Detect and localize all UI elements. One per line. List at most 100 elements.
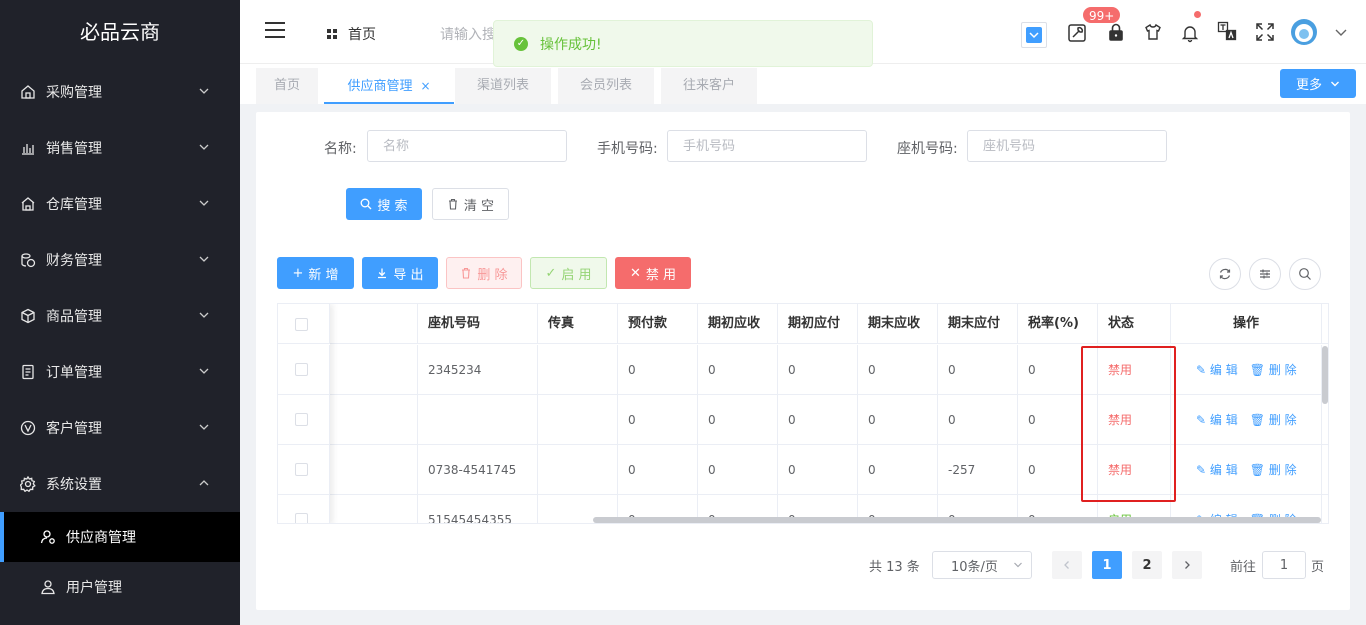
table-cell-tax: 0 — [1018, 445, 1098, 495]
user-icon — [40, 579, 56, 595]
menu-toggle-icon[interactable] — [265, 22, 285, 38]
disable-button-label: 禁 用 — [645, 267, 677, 283]
page-size-value: 10条/页 — [951, 559, 998, 575]
add-button-label: 新 增 — [308, 267, 339, 283]
sidebar-item-customers[interactable]: 客户管理 — [0, 400, 240, 456]
edit-button[interactable]: ✎ 编 辑 — [1196, 363, 1238, 377]
avatar[interactable] — [1290, 18, 1318, 46]
sidebar-subitem-users[interactable]: 用户管理 — [0, 562, 240, 612]
sidebar-subitem-label: 用户管理 — [66, 580, 122, 596]
table-search-button[interactable] — [1289, 258, 1321, 290]
delete-label: 删 除 — [1268, 413, 1297, 427]
document-icon — [20, 364, 36, 380]
sidebar-item-sales[interactable]: 销售管理 — [0, 120, 240, 176]
tab-home[interactable]: 首页 — [256, 68, 318, 104]
sidebar-item-warehouse[interactable]: 仓库管理 — [0, 176, 240, 232]
table-cell-init-pay: 0 — [778, 395, 858, 445]
tshirt-icon[interactable] — [1143, 22, 1163, 42]
landline-input[interactable] — [967, 130, 1167, 162]
row-delete-button[interactable]: 🗑 删 除 — [1250, 413, 1297, 427]
table-cell-landline — [418, 395, 538, 445]
edit-icon: ✎ — [1196, 463, 1207, 477]
delete-button[interactable]: 删 除 — [446, 257, 522, 289]
name-input[interactable] — [367, 130, 567, 162]
tab-contacts[interactable]: 往来客户 — [661, 68, 757, 104]
sidebar-item-products[interactable]: 商品管理 — [0, 288, 240, 344]
chevron-up-icon — [199, 480, 209, 486]
sidebar-item-finance[interactable]: 财务管理 — [0, 232, 240, 288]
table-row[interactable]: 2345234 0 0 0 0 0 0 禁用 ✎ 编 辑 🗑 删 除 — [278, 345, 1328, 395]
next-page-button[interactable] — [1172, 551, 1202, 579]
horizontal-scrollbar[interactable] — [593, 517, 1321, 523]
mobile-input[interactable] — [667, 130, 867, 162]
row-checkbox[interactable] — [295, 513, 308, 523]
table-cell-end-recv: 0 — [858, 445, 938, 495]
translate-icon[interactable] — [1217, 21, 1237, 41]
sidebar-item-purchase[interactable]: 采购管理 — [0, 64, 240, 120]
breadcrumb[interactable]: 首页 — [326, 24, 376, 44]
lock-icon[interactable] — [1106, 22, 1126, 42]
edit-button[interactable]: ✎ 编 辑 — [1196, 413, 1238, 427]
add-button[interactable]: + 新 增 — [277, 257, 354, 289]
edit-button[interactable]: ✎ 编 辑 — [1196, 463, 1238, 477]
row-delete-button[interactable]: 🗑 删 除 — [1250, 363, 1297, 377]
table-cell-init-pay: 0 — [778, 445, 858, 495]
table-cell — [330, 345, 418, 395]
chevron-down-icon — [199, 88, 209, 94]
chevron-down-icon — [1331, 81, 1339, 86]
tab-channels[interactable]: 渠道列表 — [455, 68, 551, 104]
tab-members[interactable]: 会员列表 — [558, 68, 654, 104]
clear-button[interactable]: 清 空 — [432, 188, 509, 220]
table-row[interactable]: 0 0 0 0 0 0 禁用 ✎ 编 辑 🗑 删 除 — [278, 395, 1328, 445]
sidebar-item-label: 采购管理 — [46, 85, 102, 101]
chevron-down-icon[interactable] — [1334, 25, 1348, 39]
table-cell-init-recv: 0 — [698, 345, 778, 395]
search-button[interactable]: 搜 索 — [346, 188, 422, 220]
prev-page-button[interactable] — [1052, 551, 1082, 579]
sidebar-item-orders[interactable]: 订单管理 — [0, 344, 240, 400]
row-actions: ✎ 编 辑 🗑 删 除 — [1171, 395, 1322, 445]
goto-suffix: 页 — [1311, 560, 1325, 575]
bar-chart-icon — [20, 140, 36, 156]
vertical-scrollbar[interactable] — [1322, 346, 1328, 404]
column-header: 税率(%) — [1018, 304, 1098, 344]
close-icon[interactable]: × — [420, 79, 430, 93]
row-checkbox[interactable] — [295, 363, 308, 376]
page-size-select[interactable]: 10条/页 — [932, 551, 1032, 579]
tab-suppliers[interactable]: 供应商管理 × — [324, 68, 454, 104]
table-cell-init-recv: 0 — [698, 395, 778, 445]
sidebar-item-label: 财务管理 — [46, 253, 102, 269]
header-search-input[interactable]: 请输入搜 — [440, 24, 496, 44]
check-icon: ✓ — [545, 265, 557, 281]
more-button[interactable]: 更多 — [1280, 69, 1356, 98]
columns-button[interactable] — [1249, 258, 1281, 290]
sidebar-item-label: 销售管理 — [46, 141, 102, 157]
sidebar-subitem-suppliers[interactable]: 供应商管理 — [0, 512, 240, 562]
row-checkbox[interactable] — [295, 463, 308, 476]
table-cell — [330, 395, 418, 445]
select-all-checkbox[interactable] — [295, 318, 308, 331]
refresh-button[interactable] — [1209, 258, 1241, 290]
row-select-cell — [278, 345, 330, 395]
column-header: 期末应收 — [858, 304, 938, 344]
tools-icon[interactable] — [1067, 23, 1087, 43]
row-checkbox[interactable] — [295, 413, 308, 426]
table-cell-fax — [538, 445, 618, 495]
disable-button[interactable]: ✕ 禁 用 — [615, 257, 691, 289]
page-button[interactable]: 2 — [1132, 551, 1162, 579]
export-button[interactable]: 导 出 — [362, 257, 438, 289]
row-delete-button[interactable]: 🗑 删 除 — [1250, 463, 1297, 477]
gear-icon — [20, 476, 36, 492]
theme-select[interactable] — [1021, 22, 1047, 48]
supplier-table: 座机号码 传真 预付款 期初应收 期初应付 期末应收 期末应付 税率(%) 状态… — [277, 303, 1329, 524]
enable-button[interactable]: ✓ 启 用 — [530, 257, 607, 289]
table-row[interactable]: 0738-4541745 0 0 0 0 -257 0 禁用 ✎ 编 辑 🗑 删 除 — [278, 445, 1328, 495]
trash-icon — [462, 267, 471, 279]
fullscreen-icon[interactable] — [1255, 22, 1275, 42]
notification-dot — [1194, 11, 1201, 18]
column-header: 传真 — [538, 304, 618, 344]
bell-icon[interactable] — [1180, 23, 1200, 43]
sidebar-item-settings[interactable]: 系统设置 — [0, 456, 240, 512]
goto-page-input[interactable] — [1262, 551, 1306, 579]
page-button[interactable]: 1 — [1092, 551, 1122, 579]
